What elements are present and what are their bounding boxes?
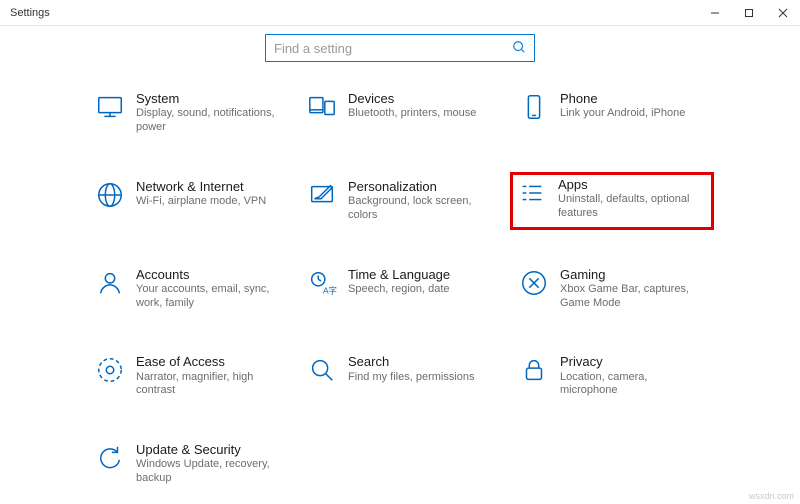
ease-icon (94, 354, 126, 386)
tile-title: Personalization (348, 179, 494, 195)
tile-desc: Link your Android, iPhone (560, 107, 685, 121)
tile-title: Privacy (560, 354, 706, 370)
tile-desc: Background, lock screen, colors (348, 195, 494, 223)
network-icon (94, 179, 126, 211)
tile-devices[interactable]: DevicesBluetooth, printers, mouse (300, 86, 500, 140)
minimize-button[interactable] (698, 0, 732, 26)
search-box[interactable] (265, 34, 535, 62)
tile-title: Apps (558, 177, 708, 193)
window-title: Settings (0, 7, 50, 19)
tile-gaming[interactable]: GamingXbox Game Bar, captures, Game Mode (512, 262, 712, 316)
tile-network[interactable]: Network & InternetWi-Fi, airplane mode, … (88, 174, 288, 228)
tile-text: Time & LanguageSpeech, region, date (348, 267, 450, 297)
tile-title: Gaming (560, 267, 706, 283)
tile-desc: Find my files, permissions (348, 371, 475, 385)
tile-text: PrivacyLocation, camera, microphone (560, 354, 706, 398)
tile-title: Devices (348, 91, 476, 107)
tile-update[interactable]: Update & SecurityWindows Update, recover… (88, 437, 288, 491)
accounts-icon (94, 267, 126, 299)
tile-text: SystemDisplay, sound, notifications, pow… (136, 91, 282, 135)
privacy-icon (518, 354, 550, 386)
tile-desc: Bluetooth, printers, mouse (348, 107, 476, 121)
tile-title: Accounts (136, 267, 282, 283)
tile-desc: Wi-Fi, airplane mode, VPN (136, 195, 266, 209)
tile-desc: Speech, region, date (348, 283, 450, 297)
tile-text: PersonalizationBackground, lock screen, … (348, 179, 494, 223)
tile-text: PhoneLink your Android, iPhone (560, 91, 685, 121)
tile-text: Update & SecurityWindows Update, recover… (136, 442, 282, 486)
tile-desc: Your accounts, email, sync, work, family (136, 283, 282, 311)
tile-text: AccountsYour accounts, email, sync, work… (136, 267, 282, 311)
tile-text: Network & InternetWi-Fi, airplane mode, … (136, 179, 266, 209)
tile-privacy[interactable]: PrivacyLocation, camera, microphone (512, 349, 712, 403)
search-icon (512, 40, 526, 57)
tile-text: DevicesBluetooth, printers, mouse (348, 91, 476, 121)
settings-grid: SystemDisplay, sound, notifications, pow… (0, 86, 800, 491)
title-bar: Settings (0, 0, 800, 26)
devices-icon (306, 91, 338, 123)
tile-title: Ease of Access (136, 354, 282, 370)
tile-title: Phone (560, 91, 685, 107)
tile-desc: Windows Update, recovery, backup (136, 458, 282, 486)
time-icon (306, 267, 338, 299)
tile-desc: Display, sound, notifications, power (136, 107, 282, 135)
phone-icon (518, 91, 550, 123)
search-input[interactable] (274, 41, 512, 56)
tile-search[interactable]: SearchFind my files, permissions (300, 349, 500, 403)
tile-title: Network & Internet (136, 179, 266, 195)
tile-system[interactable]: SystemDisplay, sound, notifications, pow… (88, 86, 288, 140)
tile-accounts[interactable]: AccountsYour accounts, email, sync, work… (88, 262, 288, 316)
maximize-button[interactable] (732, 0, 766, 26)
tile-text: AppsUninstall, defaults, optional featur… (558, 177, 708, 221)
tile-text: SearchFind my files, permissions (348, 354, 475, 384)
tile-desc: Xbox Game Bar, captures, Game Mode (560, 283, 706, 311)
system-icon (94, 91, 126, 123)
tile-desc: Narrator, magnifier, high contrast (136, 371, 282, 399)
tile-text: Ease of AccessNarrator, magnifier, high … (136, 354, 282, 398)
tile-personalization[interactable]: PersonalizationBackground, lock screen, … (300, 174, 500, 228)
tile-desc: Location, camera, microphone (560, 371, 706, 399)
tile-time[interactable]: Time & LanguageSpeech, region, date (300, 262, 500, 316)
tile-desc: Uninstall, defaults, optional features (558, 193, 708, 221)
tile-ease[interactable]: Ease of AccessNarrator, magnifier, high … (88, 349, 288, 403)
close-button[interactable] (766, 0, 800, 26)
watermark: wsxdn.com (749, 491, 794, 501)
search-icon (306, 354, 338, 386)
tile-text: GamingXbox Game Bar, captures, Game Mode (560, 267, 706, 311)
tile-title: Update & Security (136, 442, 282, 458)
tile-phone[interactable]: PhoneLink your Android, iPhone (512, 86, 712, 140)
personalization-icon (306, 179, 338, 211)
tile-title: Search (348, 354, 475, 370)
update-icon (94, 442, 126, 474)
search-region (0, 26, 800, 86)
gaming-icon (518, 267, 550, 299)
tile-apps[interactable]: AppsUninstall, defaults, optional featur… (512, 174, 712, 228)
apps-icon (516, 177, 548, 209)
tile-title: System (136, 91, 282, 107)
tile-title: Time & Language (348, 267, 450, 283)
